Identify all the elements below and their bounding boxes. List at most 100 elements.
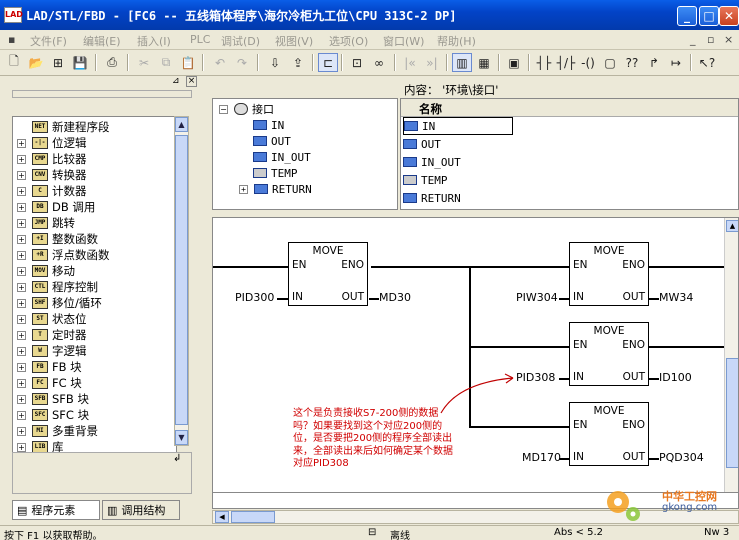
copy-icon[interactable]: ⧉ (156, 53, 176, 72)
expand-icon[interactable]: + (17, 330, 26, 340)
expand-icon[interactable]: + (17, 442, 26, 452)
expand-icon[interactable]: + (17, 170, 26, 180)
network-icon[interactable]: ⊞ (48, 53, 68, 72)
tab-call-structure[interactable]: ▥ 调用结构 (102, 500, 180, 520)
menu-file[interactable]: 文件(F) (30, 33, 67, 49)
in-operand[interactable]: PIW304 (516, 291, 558, 304)
minimize-button[interactable]: _ (677, 6, 697, 26)
scroll-thumb[interactable] (175, 135, 188, 425)
interface-root[interactable]: − 接口 (219, 101, 274, 117)
upload-icon[interactable]: ⇪ (288, 53, 308, 72)
out-operand[interactable]: MW34 (659, 291, 693, 304)
menu-options[interactable]: 选项(O) (329, 33, 368, 49)
expand-icon[interactable]: + (17, 234, 26, 244)
glasses-icon[interactable]: ∞ (369, 53, 389, 72)
first-icon[interactable]: |« (400, 53, 420, 72)
scroll-thumb[interactable] (726, 358, 738, 468)
tree-item[interactable]: + +R 浮点数函数 (17, 247, 110, 263)
undo-icon[interactable]: ↶ (210, 53, 230, 72)
menu-debug[interactable]: 调试(D) (221, 33, 260, 49)
menu-insert[interactable]: 插入(I) (137, 33, 171, 49)
element-tree[interactable]: NET 新建程序段 + -|- 位逻辑 + CMP 比较器 + CNV 转换器 + C 计数器 + DB DB … (12, 116, 177, 454)
tree-item[interactable]: + -|- 位逻辑 (17, 135, 87, 151)
tree-item[interactable]: + FB FB 块 (17, 359, 82, 375)
expand-icon[interactable]: + (17, 266, 26, 276)
content-row[interactable]: TEMP (403, 171, 448, 189)
tree-item[interactable]: + CTL 程序控制 (17, 279, 98, 295)
overview-icon[interactable]: ▥ (452, 53, 472, 72)
menu-help[interactable]: 帮助(H) (437, 33, 476, 49)
tree-item[interactable]: + SFB SFB 块 (17, 391, 89, 407)
tree-item[interactable]: + ST 状态位 (17, 311, 87, 327)
out-operand[interactable]: MD30 (379, 291, 411, 304)
tree-item[interactable]: + CNV 转换器 (17, 167, 87, 183)
expand-icon[interactable]: + (17, 186, 26, 196)
expand-icon[interactable]: + (17, 298, 26, 308)
coil-icon[interactable]: -() (578, 53, 598, 72)
tree-item[interactable]: + +I 整数函数 (17, 231, 98, 247)
menu-view[interactable]: 视图(V) (275, 33, 313, 49)
ladder-editor[interactable]: MOVE EN ENO IN OUT PID300 MD30 MOVE EN E… (212, 217, 739, 509)
tree-item[interactable]: + SHF 移位/循环 (17, 295, 102, 311)
scroll-thumb[interactable] (231, 511, 275, 523)
in-operand[interactable]: MD170 (522, 451, 561, 464)
maximize-button[interactable]: □ (699, 6, 719, 26)
doc-minimize-icon[interactable]: _ (690, 33, 696, 46)
out-operand[interactable]: PQD304 (659, 451, 704, 464)
move-block[interactable]: MOVE EN ENO IN OUT (288, 242, 368, 306)
document-menu-icon[interactable]: ▪ (8, 33, 15, 46)
interface-item-temp[interactable]: TEMP (253, 165, 298, 181)
tree-item[interactable]: + T 定时器 (17, 327, 87, 343)
save-icon[interactable]: 💾 (70, 53, 90, 72)
scroll-down-button[interactable]: ▼ (175, 430, 188, 445)
tree-item[interactable]: + C 计数器 (17, 183, 87, 199)
expand-icon[interactable]: + (17, 202, 26, 212)
scroll-left-button[interactable]: ◀ (215, 511, 229, 523)
open-icon[interactable]: 📂 (26, 53, 46, 72)
expand-icon[interactable]: + (17, 138, 26, 148)
doc-restore-icon[interactable]: ▫ (707, 33, 714, 46)
menu-plc[interactable]: PLC (190, 33, 210, 46)
tree-item[interactable]: + W 字逻辑 (17, 343, 87, 359)
interface-item-return[interactable]: + RETURN (239, 181, 312, 197)
branch-close-icon[interactable]: ↦ (666, 53, 686, 72)
scroll-up-button[interactable]: ▲ (175, 117, 188, 132)
expand-icon[interactable]: + (17, 314, 26, 324)
interface-item-out[interactable]: OUT (253, 133, 291, 149)
tree-vertical-scrollbar[interactable]: ▲ ▼ (174, 116, 189, 446)
last-icon[interactable]: »| (422, 53, 442, 72)
tree-item[interactable]: + SFC SFC 块 (17, 407, 89, 423)
panel-pin-icon[interactable]: ⊿ (172, 76, 180, 86)
tree-item[interactable]: + CMP 比较器 (17, 151, 87, 167)
menu-edit[interactable]: 编辑(E) (83, 33, 121, 49)
nc-contact-icon[interactable]: ┤/├ (556, 53, 576, 72)
content-row[interactable]: RETURN (403, 189, 461, 207)
expand-icon[interactable]: + (17, 154, 26, 164)
close-button[interactable]: ✕ (719, 6, 739, 26)
expand-icon[interactable]: + (17, 362, 26, 372)
monitor-icon[interactable]: ⊡ (347, 53, 367, 72)
expand-icon[interactable]: + (17, 346, 26, 356)
expand-icon[interactable]: + (17, 282, 26, 292)
expand-icon[interactable]: + (17, 250, 26, 260)
tree-item[interactable]: + DB DB 调用 (17, 199, 95, 215)
print-icon[interactable]: ⎙ (102, 53, 122, 72)
in-operand[interactable]: PID300 (235, 291, 274, 304)
binary-unknown-icon[interactable]: ?? (622, 53, 642, 72)
menu-window[interactable]: 窗口(W) (383, 33, 424, 49)
new-network-icon[interactable]: ▣ (504, 53, 524, 72)
cut-icon[interactable]: ✂ (134, 53, 154, 72)
collapse-icon[interactable]: − (219, 104, 228, 114)
paste-icon[interactable]: 📋 (178, 53, 198, 72)
content-row[interactable]: IN (403, 117, 513, 135)
doc-close-icon[interactable]: × (724, 33, 733, 46)
no-contact-icon[interactable]: ┤├ (534, 53, 554, 72)
tree-item[interactable]: + FC FC 块 (17, 375, 82, 391)
move-block[interactable]: MOVE EN ENO IN OUT (569, 322, 649, 386)
expand-icon[interactable]: + (17, 426, 26, 436)
online-icon[interactable]: ⊏ (318, 53, 338, 72)
tab-program-elements[interactable]: ▤ 程序元素 (12, 500, 100, 520)
scroll-up-button[interactable]: ▲ (726, 220, 738, 232)
ladder-vertical-scrollbar[interactable]: ▲ (724, 218, 738, 492)
interface-item-in-out[interactable]: IN_OUT (253, 149, 311, 165)
